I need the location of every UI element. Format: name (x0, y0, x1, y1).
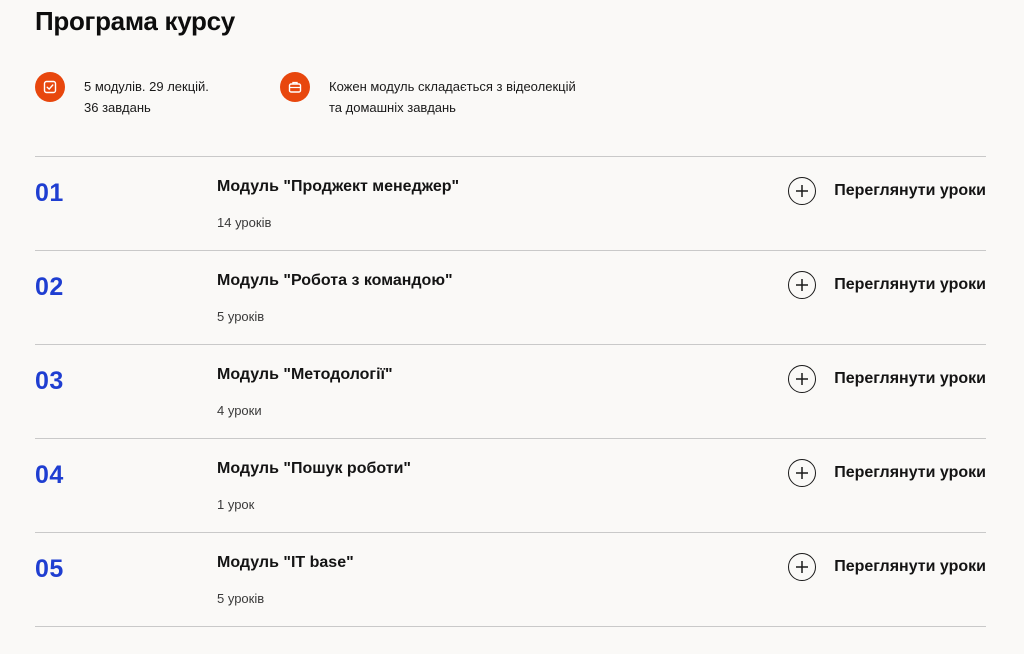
plus-icon (788, 177, 817, 205)
module-lesson-count: 4 уроки (217, 403, 262, 418)
module-list: 01 Модуль "Проджект менеджер" 14 уроків … (35, 156, 986, 627)
view-lessons-label: Переглянути уроки (834, 370, 986, 387)
view-lessons-button[interactable]: Переглянути уроки (788, 177, 986, 205)
course-stats-line2: 36 завдань (84, 100, 151, 115)
module-title: Модуль "Методології" (217, 366, 393, 383)
module-title: Модуль "Робота з командою" (217, 272, 453, 289)
view-lessons-label: Переглянути уроки (834, 558, 986, 575)
view-lessons-button[interactable]: Переглянути уроки (788, 553, 986, 581)
plus-icon (788, 271, 817, 299)
view-lessons-label: Переглянути уроки (834, 182, 986, 199)
module-title: Модуль "Проджект менеджер" (217, 178, 460, 195)
module-number: 04 (35, 461, 64, 489)
view-lessons-label: Переглянути уроки (834, 276, 986, 293)
course-format-line1: Кожен модуль складається з відеолекцій (329, 79, 576, 94)
module-lesson-count: 1 урок (217, 497, 255, 512)
plus-icon (788, 553, 817, 581)
module-lesson-count: 5 уроків (217, 591, 265, 606)
module-number: 02 (35, 273, 64, 301)
course-format-line2: та домашніх завдань (329, 100, 456, 115)
module-row: 02 Модуль "Робота з командою" 5 уроків П… (35, 251, 986, 345)
module-row: 03 Модуль "Методології" 4 уроки Переглян… (35, 345, 986, 439)
page-title: Програма курсу (35, 6, 235, 36)
module-number: 05 (35, 555, 64, 583)
briefcase-icon (280, 72, 310, 102)
checkbox-icon (35, 72, 65, 102)
module-row: 04 Модуль "Пошук роботи" 1 урок Переглян… (35, 439, 986, 533)
course-format-text: Кожен модуль складається з відеолекцій т… (329, 76, 576, 118)
module-number: 01 (35, 179, 64, 207)
module-row: 01 Модуль "Проджект менеджер" 14 уроків … (35, 157, 986, 251)
view-lessons-button[interactable]: Переглянути уроки (788, 271, 986, 299)
view-lessons-button[interactable]: Переглянути уроки (788, 365, 986, 393)
module-row: 05 Модуль "IT base" 5 уроків Переглянути… (35, 533, 986, 627)
plus-icon (788, 365, 817, 393)
course-stats: 5 модулів. 29 лекцій. 36 завдань (35, 72, 209, 118)
course-stats-line1: 5 модулів. 29 лекцій. (84, 79, 209, 94)
module-title: Модуль "Пошук роботи" (217, 460, 411, 477)
module-lesson-count: 5 уроків (217, 309, 265, 324)
module-title: Модуль "IT base" (217, 554, 354, 571)
module-number: 03 (35, 367, 64, 395)
module-lesson-count: 14 уроків (217, 215, 272, 230)
view-lessons-button[interactable]: Переглянути уроки (788, 459, 986, 487)
course-format: Кожен модуль складається з відеолекцій т… (280, 72, 576, 118)
plus-icon (788, 459, 817, 487)
view-lessons-label: Переглянути уроки (834, 464, 986, 481)
course-stats-text: 5 модулів. 29 лекцій. 36 завдань (84, 76, 209, 118)
